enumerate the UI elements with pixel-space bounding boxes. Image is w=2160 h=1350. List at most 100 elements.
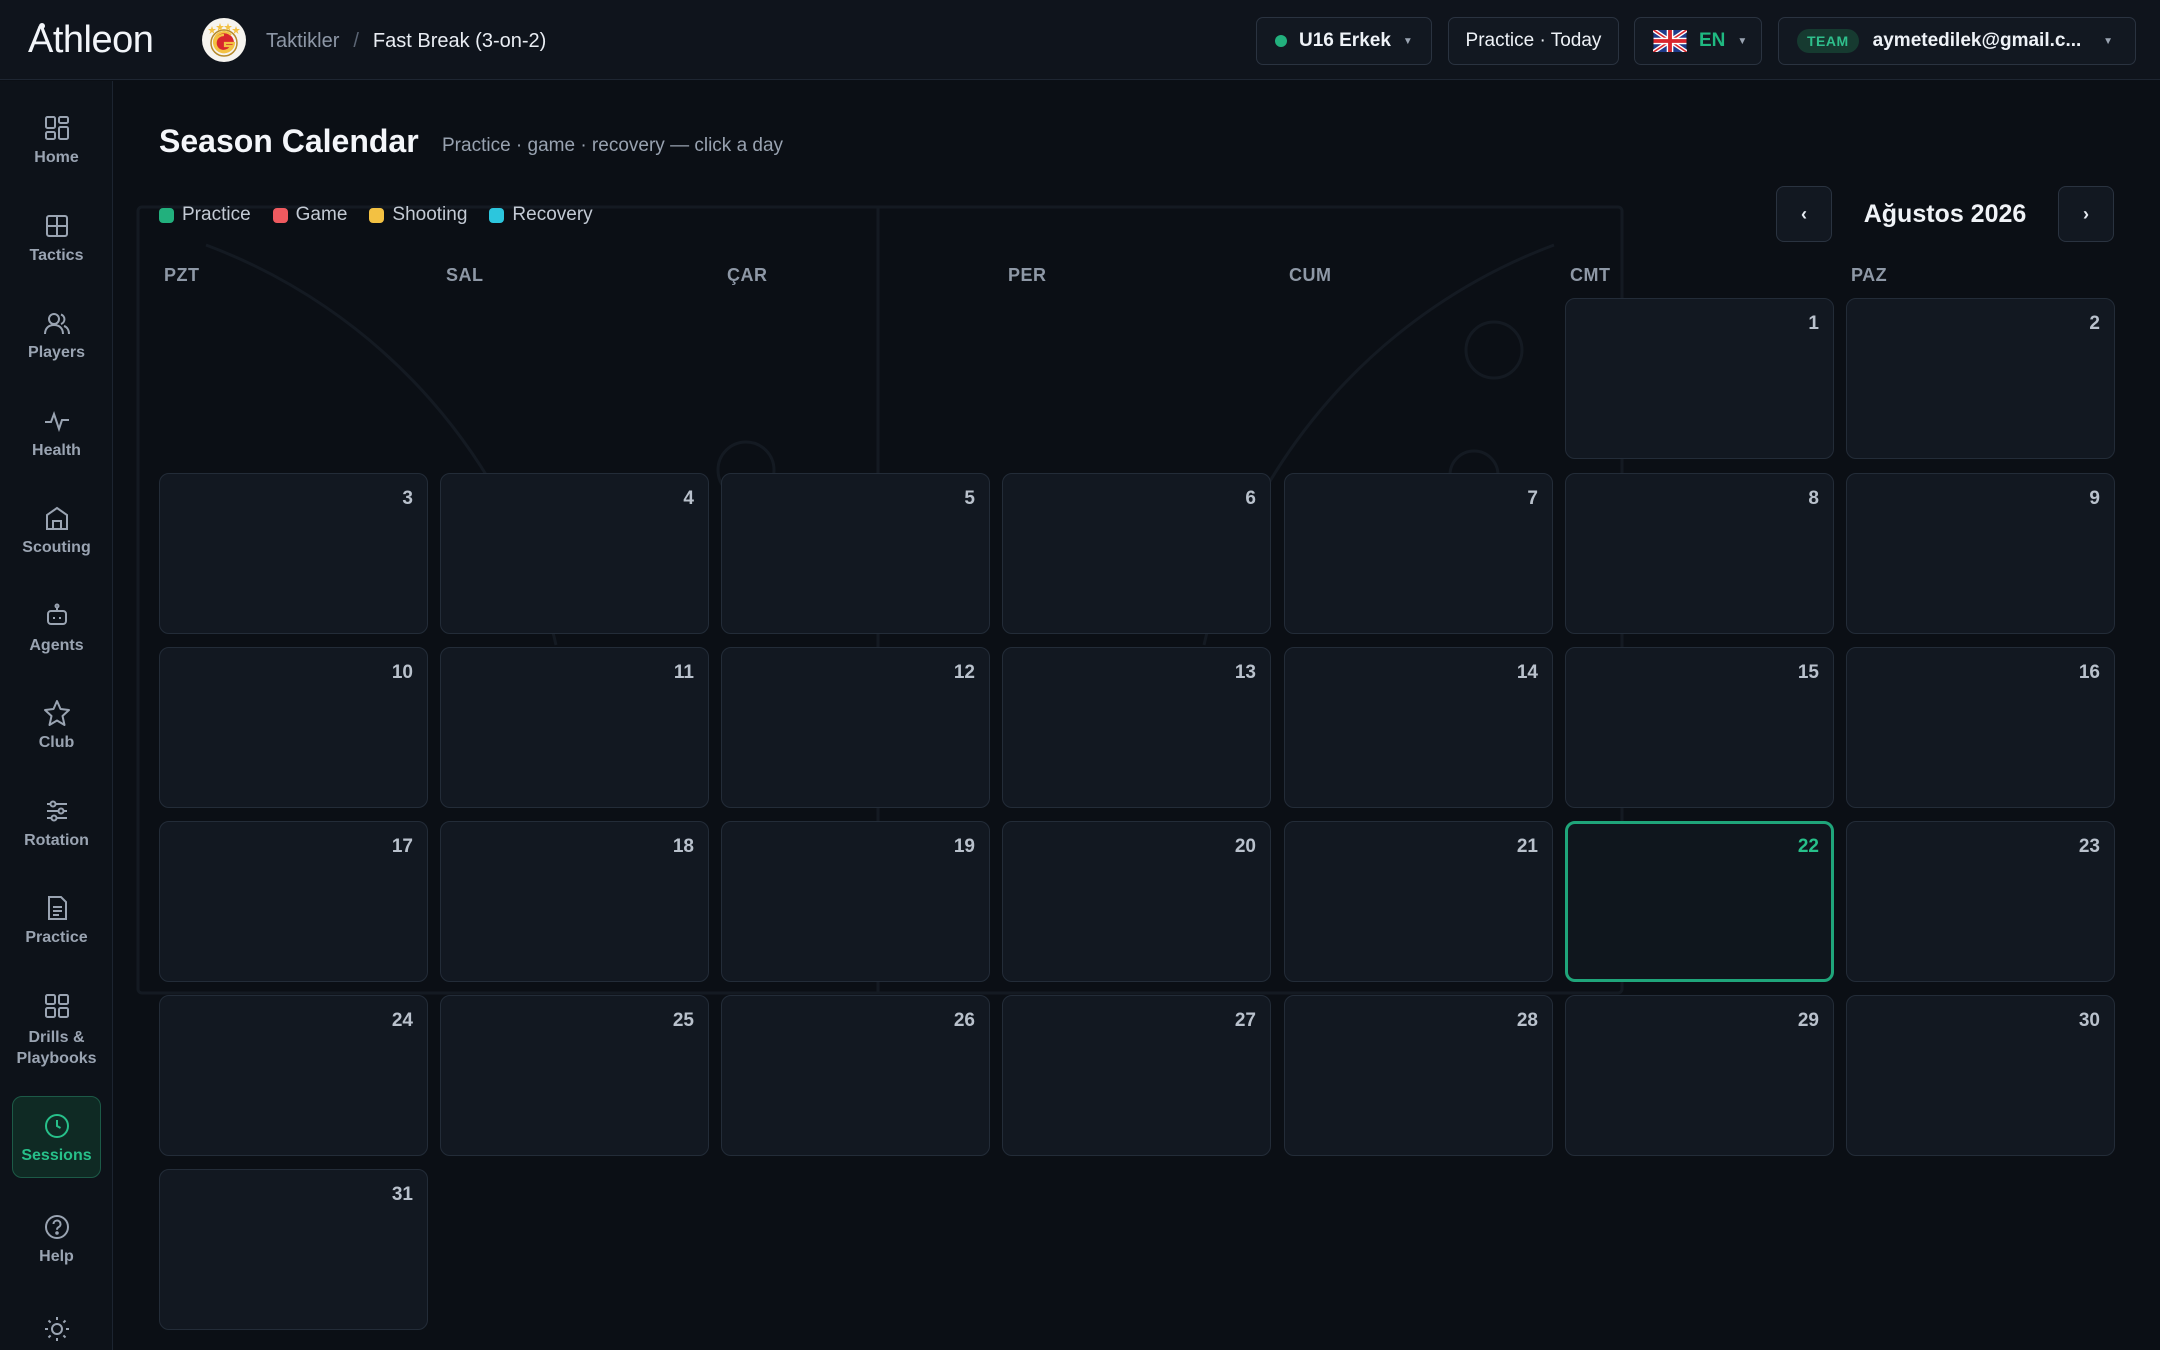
day-number: 10 [391,662,413,683]
calendar-day-cell[interactable]: 8 [1565,473,1834,634]
team-selector[interactable]: U16 Erkek ▼ [1256,17,1432,65]
calendar-day-cell[interactable]: 23 [1846,821,2115,982]
calendar-day-cell[interactable]: 13 [1002,647,1271,808]
day-number: 22 [1797,836,1819,857]
calendar-day-cell[interactable]: 5 [721,473,990,634]
day-number: 14 [1516,662,1538,683]
sidebar: Home Tactics Players Health Scouting Age… [0,81,113,1350]
calendar-day-cell[interactable]: 7 [1284,473,1553,634]
user-email: aymetedilek@gmail.c... [1872,30,2082,51]
top-bar: Athleon Taktikler / Fast Break (3-on-2) … [0,0,2160,80]
calendar-day-cell[interactable]: 17 [159,821,428,982]
calendar-day-cell[interactable]: 31 [159,1169,428,1330]
calendar-day-cell[interactable]: 12 [721,647,990,808]
sidebar-item-agents[interactable]: Agents [12,601,101,655]
page-title: Season Calendar [159,123,419,159]
breadcrumb: Taktikler / Fast Break (3-on-2) [266,26,546,56]
chevron-down-icon: ▼ [1737,35,1748,47]
legend-label: Game [295,204,348,225]
sidebar-item-label: Agents [29,637,84,654]
sidebar-item-tactics[interactable]: Tactics [12,211,101,265]
calendar-day-cell[interactable]: 19 [721,821,990,982]
user-menu[interactable]: TEAM aymetedilek@gmail.c... ▼ [1778,17,2136,65]
home-icon [44,116,69,140]
chevron-left-icon: ‹ [1801,203,1807,224]
sidebar-item-help[interactable]: Help [12,1212,101,1266]
sidebar-item-label: Practice [25,929,88,946]
sidebar-item-players[interactable]: Players [12,308,101,362]
day-number: 7 [1527,488,1538,509]
practice-today-button[interactable]: Practice · Today [1448,17,1619,65]
calendar-day-cell[interactable]: 30 [1846,995,2115,1156]
agents-icon [46,603,67,625]
day-number: 19 [953,836,975,857]
calendar-day-cell[interactable]: 4 [440,473,709,634]
legend-color-swatch [489,207,505,223]
calendar-day-cell[interactable]: 25 [440,995,709,1156]
sidebar-item-label: Home [34,149,79,166]
current-month-label: Ağustos 2026 [1863,200,2027,228]
team-status-dot [1275,35,1287,47]
calendar-day-cell[interactable]: 18 [440,821,709,982]
legend-color-swatch [159,207,174,223]
calendar-day-cell[interactable]: 29 [1565,995,1834,1156]
calendar-day-cell[interactable]: 15 [1565,647,1834,808]
day-number: 9 [2089,488,2100,509]
calendar-day-cell[interactable]: 1 [1565,298,1834,459]
breadcrumb-separator: / [353,29,359,52]
chevron-right-icon: › [2083,203,2089,224]
weekday-header-sat: CMT [1570,265,1611,285]
calendar-day-cell[interactable]: 10 [159,647,428,808]
calendar-day-cell[interactable]: 6 [1002,473,1271,634]
sidebar-item-label: Sessions [21,1147,92,1164]
breadcrumb-current: Fast Break (3-on-2) [372,29,547,52]
uk-flag-icon [1653,30,1687,52]
sidebar-item-drills-playbooks[interactable]: Drills & Playbooks [12,991,101,1069]
team-selector-label: U16 Erkek [1299,30,1391,51]
calendar-day-cell[interactable]: 28 [1284,995,1553,1156]
theme-toggle[interactable] [12,1314,101,1350]
day-number: 21 [1516,836,1538,857]
calendar-day-cell[interactable]: 14 [1284,647,1553,808]
calendar-day-cell[interactable]: 9 [1846,473,2115,634]
weekday-header-fri: CUM [1289,265,1332,285]
sidebar-item-sessions[interactable]: Sessions [12,1096,101,1178]
practice-today-label: Practice · Today [1465,30,1602,51]
previous-month-button[interactable]: ‹ [1776,186,1832,242]
calendar-day-cell[interactable]: 21 [1284,821,1553,982]
calendar-day-cell[interactable]: 2 [1846,298,2115,459]
next-month-button[interactable]: › [2058,186,2114,242]
day-number: 26 [953,1010,975,1031]
breadcrumb-parent-link[interactable]: Taktikler [266,30,339,53]
calendar-day-cell[interactable]: 11 [440,647,709,808]
calendar-day-cell[interactable]: 3 [159,473,428,634]
calendar-day-cell[interactable]: 26 [721,995,990,1156]
page-subtitle: Practice · game · recovery — click a day [442,135,784,156]
sidebar-item-rotation[interactable]: Rotation [12,796,101,850]
legend-label: Practice [182,204,251,225]
club-badge[interactable] [202,18,246,62]
calendar-day-cell[interactable]: 24 [159,995,428,1156]
document-icon [47,896,67,920]
calendar-legend: Practice Game Shooting Recovery [159,203,593,227]
legend-item-practice: Practice [159,204,251,226]
calendar-day-cell-today[interactable]: 22 [1565,821,1834,982]
calendar-day-cell[interactable]: 16 [1846,647,2115,808]
athleon-logo[interactable]: Athleon [28,16,154,64]
sidebar-item-health[interactable]: Health [12,406,101,460]
sidebar-item-label: Playbooks [16,1050,97,1067]
day-number: 13 [1234,662,1256,683]
sidebar-item-practice[interactable]: Practice [12,893,101,947]
calendar-day-cell[interactable]: 27 [1002,995,1271,1156]
sidebar-item-scouting[interactable]: Scouting [12,503,101,557]
day-number: 31 [391,1184,413,1205]
sidebar-item-label: Club [38,734,75,751]
sidebar-item-club[interactable]: Club [12,698,101,752]
calendar-day-cell[interactable]: 20 [1002,821,1271,982]
weekday-header-wed: ÇAR [727,265,768,285]
sun-icon [44,1317,69,1341]
legend-label: Recovery [512,204,593,225]
language-selector[interactable]: EN ▼ [1634,17,1762,65]
sidebar-item-home[interactable]: Home [12,113,101,167]
help-icon [44,1215,69,1239]
